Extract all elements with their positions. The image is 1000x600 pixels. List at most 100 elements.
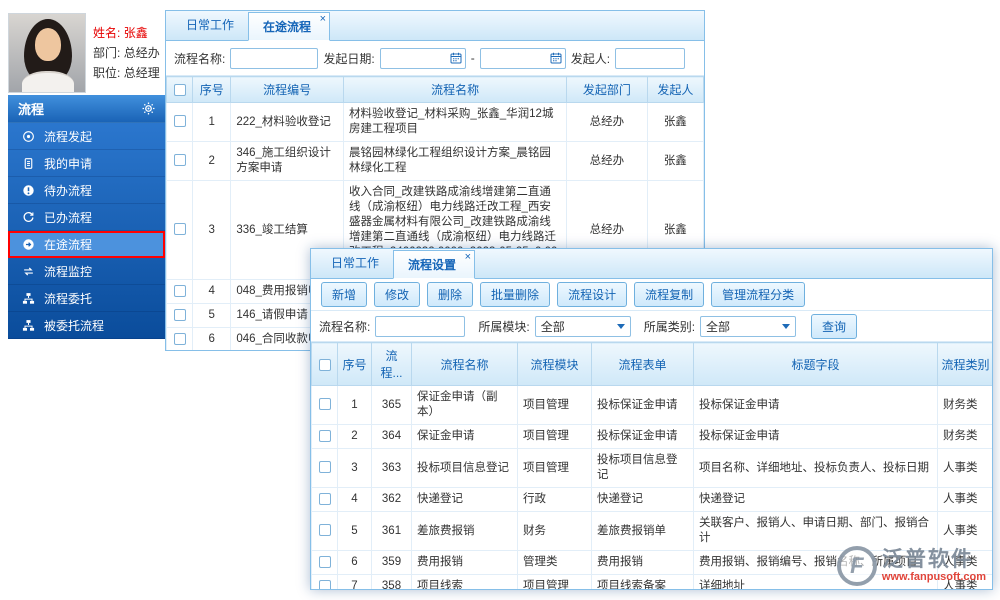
col-header-fields[interactable]: 标题字段 [693, 342, 938, 386]
row-checkbox[interactable] [173, 332, 186, 345]
sidebar-item-in-transit-processes[interactable]: 在途流程 [8, 231, 165, 258]
profile-dept-label: 部门: [93, 45, 121, 60]
sidebar-item-process-start[interactable]: 流程发起 [8, 123, 165, 150]
category-select-value: 全部 [706, 319, 731, 334]
table-row[interactable]: 4 362 快递登记 行政 快递登记 快递登记 人事类 [311, 487, 992, 512]
sidebar-item-process-delegation[interactable]: 流程委托 [8, 285, 165, 312]
tab-label: 流程设置 [408, 258, 457, 272]
close-tab-icon[interactable]: × [465, 251, 471, 263]
process-design-button[interactable]: 流程设计 [557, 282, 628, 307]
manage-category-button[interactable]: 管理流程分类 [711, 282, 806, 307]
row-checkbox[interactable] [318, 492, 331, 505]
table-header-row: 序号 流程... 流程名称 流程模块 流程表单 标题字段 流程类别 [311, 342, 992, 386]
row-checkbox[interactable] [318, 579, 331, 589]
table-row[interactable]: 2 364 保证金申请 项目管理 投标保证金申请 投标保证金申请 财务类 [311, 424, 992, 449]
user-profile-card: 姓名: 张鑫 部门: 总经办 职位: 总经理 [8, 10, 165, 95]
chevron-down-icon [782, 323, 791, 329]
select-all-checkbox[interactable] [318, 358, 331, 371]
profile-dept-value: 总经办 [123, 45, 160, 60]
col-header-category[interactable]: 流程类别 [937, 342, 992, 386]
row-checkbox[interactable] [173, 308, 186, 321]
tab-daily-work[interactable]: 日常工作 [172, 11, 248, 40]
row-checkbox[interactable] [173, 154, 186, 167]
table-row[interactable]: 6 359 费用报销 管理类 费用报销 费用报销、报销编号、报销名称、所属项目 … [311, 550, 992, 575]
sync-icon [21, 265, 35, 278]
col-header-name[interactable]: 流程名称 [342, 76, 568, 103]
table-row[interactable]: 1 365 保证金申请（副本） 项目管理 投标保证金申请 投标保证金申请 财务类 [311, 385, 992, 425]
process-name-input[interactable] [375, 315, 466, 337]
row-checkbox[interactable] [173, 223, 186, 236]
refresh-icon [21, 211, 35, 224]
row-checkbox[interactable] [318, 555, 331, 568]
tab-label: 日常工作 [331, 256, 380, 270]
module-select[interactable]: 全部 [534, 315, 631, 337]
row-checkbox[interactable] [173, 284, 186, 297]
category-label: 所属类别: [643, 319, 696, 334]
row-checkbox[interactable] [318, 398, 331, 411]
sidebar-item-label: 流程委托 [44, 291, 93, 306]
col-header-no[interactable]: 序号 [192, 76, 232, 103]
sidebar-item-label: 流程监控 [44, 264, 93, 279]
sidebar-item-pending-processes[interactable]: 待办流程 [8, 177, 165, 204]
table-row[interactable]: 7 358 项目线索 项目管理 项目线索备案 详细地址 人事类 [311, 574, 992, 589]
settings-toolbar: 新增 修改 删除 批量删除 流程设计 流程复制 管理流程分类 [311, 279, 992, 311]
tab-label: 在途流程 [263, 20, 312, 34]
profile-info: 姓名: 张鑫 部门: 总经办 职位: 总经理 [93, 25, 160, 81]
gear-icon[interactable] [142, 102, 155, 115]
search-button[interactable]: 查询 [811, 313, 858, 339]
col-header-dept[interactable]: 发起部门 [566, 76, 648, 103]
start-date-label: 发起日期: [323, 51, 375, 66]
col-header-no[interactable]: 序号 [337, 342, 372, 386]
sidebar-item-my-applications[interactable]: 我的申请 [8, 150, 165, 177]
select-all-checkbox[interactable] [173, 84, 186, 97]
sidebar-item-process-monitoring[interactable]: 流程监控 [8, 258, 165, 285]
sidebar-item-label: 流程发起 [44, 129, 93, 144]
table-row[interactable]: 1 222_材料验收登记 材料验收登记_材料采购_张鑫_华润12城房建工程项目 … [166, 102, 704, 142]
col-header-name[interactable]: 流程名称 [411, 342, 518, 386]
col-header-module[interactable]: 流程模块 [517, 342, 592, 386]
process-name-label: 流程名称: [319, 319, 371, 334]
calendar-icon [550, 52, 562, 64]
profile-name: 姓名: 张鑫 [93, 25, 160, 41]
sidebar-item-delegated-processes[interactable]: 被委托流程 [8, 312, 165, 339]
org-chart-icon [21, 292, 35, 305]
sidebar-item-completed-processes[interactable]: 已办流程 [8, 204, 165, 231]
main-tabbar: 日常工作 在途流程 × [166, 11, 704, 41]
col-header-form[interactable]: 流程表单 [591, 342, 694, 386]
col-header-code[interactable]: 流程编号 [230, 76, 344, 103]
start-date-from-input[interactable] [379, 47, 466, 69]
sidebar-header: 流程 [8, 95, 165, 123]
process-name-input[interactable] [230, 47, 319, 69]
broadcast-icon [21, 130, 35, 143]
close-tab-icon[interactable]: × [320, 13, 326, 25]
process-name-label: 流程名称: [174, 51, 226, 66]
row-checkbox[interactable] [318, 524, 331, 537]
col-header-code[interactable]: 流程... [371, 342, 412, 386]
table-row[interactable]: 2 346_施工组织设计方案申请 晨铭园林绿化工程组织设计方案_晨铭园林绿化工程… [166, 141, 704, 181]
batch-delete-button[interactable]: 批量删除 [480, 282, 551, 307]
process-copy-button[interactable]: 流程复制 [634, 282, 705, 307]
start-date-to-input[interactable] [479, 47, 566, 69]
tab-daily-work[interactable]: 日常工作 [317, 249, 393, 278]
tab-process-settings[interactable]: 流程设置 × [393, 250, 476, 279]
sidebar-item-label: 我的申请 [44, 156, 93, 171]
col-header-initiator[interactable]: 发起人 [646, 76, 704, 103]
initiator-input[interactable] [615, 47, 686, 69]
tab-in-transit[interactable]: 在途流程 × [248, 12, 331, 41]
calendar-icon [450, 52, 462, 64]
table-row[interactable]: 5 361 差旅费报销 财务 差旅费报销单 关联客户、报销人、申请日期、部门、报… [311, 511, 992, 551]
add-button[interactable]: 新增 [321, 282, 368, 307]
row-checkbox[interactable] [318, 429, 331, 442]
main-filterbar: 流程名称: 发起日期: - 发起人: [166, 41, 704, 76]
sidebar-item-label: 已办流程 [44, 210, 93, 225]
delete-button[interactable]: 删除 [427, 282, 474, 307]
arrow-circle-icon [21, 238, 35, 251]
profile-name-label: 姓名: [93, 25, 121, 40]
module-select-value: 全部 [540, 319, 565, 334]
table-row[interactable]: 3 363 投标项目信息登记 项目管理 投标项目信息登记 项目名称、详细地址、投… [311, 448, 992, 488]
row-checkbox[interactable] [173, 115, 186, 128]
edit-button[interactable]: 修改 [374, 282, 421, 307]
row-checkbox[interactable] [318, 461, 331, 474]
profile-dept: 部门: 总经办 [93, 45, 160, 61]
category-select[interactable]: 全部 [700, 315, 797, 337]
